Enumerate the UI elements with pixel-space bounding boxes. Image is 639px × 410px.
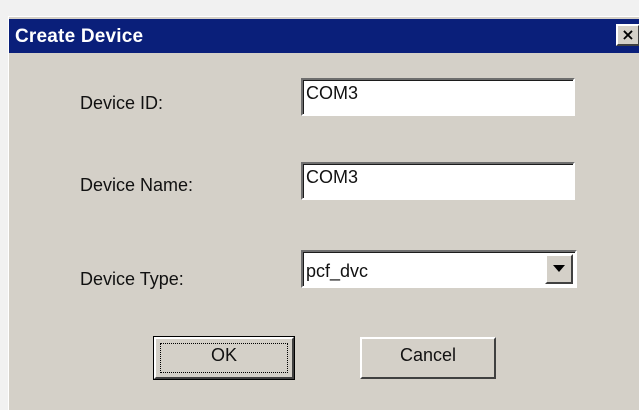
- cancel-button-label: Cancel: [399, 345, 457, 365]
- device-id-field[interactable]: COM3: [301, 78, 575, 116]
- device-name-label: Device Name:: [80, 175, 194, 195]
- device-type-label: Device Type:: [80, 269, 184, 289]
- title-bar[interactable]: Create Device ×: [9, 19, 639, 53]
- dropdown-button[interactable]: [545, 254, 573, 284]
- chevron-down-icon: [553, 265, 565, 272]
- close-button[interactable]: ×: [616, 24, 639, 46]
- device-type-select[interactable]: pcf_dvc: [301, 250, 577, 288]
- device-name-field[interactable]: COM3: [301, 162, 575, 200]
- cancel-button[interactable]: Cancel: [360, 337, 496, 379]
- create-device-dialog: Create Device × Device ID: COM3 Device N…: [8, 16, 639, 410]
- ok-button[interactable]: OK: [153, 336, 295, 380]
- device-id-label: Device ID:: [80, 93, 164, 113]
- ok-button-label: OK: [210, 345, 237, 365]
- device-type-value: pcf_dvc: [306, 261, 369, 281]
- dialog-title: Create Device: [15, 26, 144, 47]
- page: Create Device × Device ID: COM3 Device N…: [0, 0, 639, 410]
- close-icon: ×: [621, 25, 635, 44]
